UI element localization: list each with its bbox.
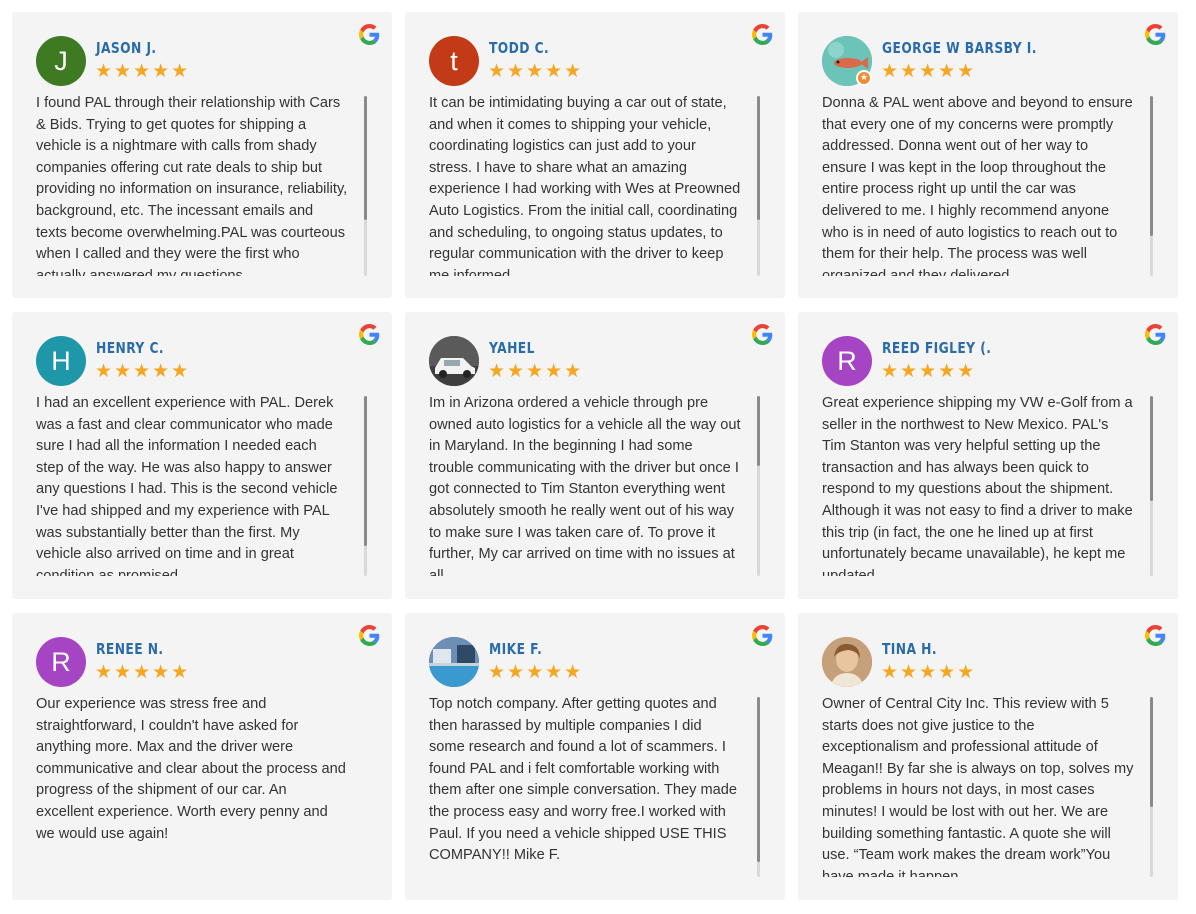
scrollbar[interactable] (757, 697, 760, 877)
google-icon (752, 24, 773, 45)
star-rating: ★★★★★ (95, 661, 191, 683)
review-card: J JASON J. ★★★★★ I found PAL through the… (12, 12, 392, 298)
scrollbar[interactable] (1150, 96, 1153, 276)
review-text: I found PAL through their relationship w… (36, 95, 348, 276)
google-icon (359, 24, 380, 45)
reviewer-name[interactable]: MIKE F. (489, 640, 542, 658)
scrollbar-thumb[interactable] (757, 396, 760, 466)
star-rating: ★★★★★ (95, 360, 191, 382)
scrollbar-thumb[interactable] (364, 396, 367, 546)
review-card: t TODD C. ★★★★★ It can be intimidating b… (405, 12, 785, 298)
reviewer-name[interactable]: GEORGE W BARSBY I. (882, 39, 1037, 57)
avatar (822, 637, 872, 687)
review-card: ★ GEORGE W BARSBY I. ★★★★★ Donna & PAL w… (798, 12, 1178, 298)
review-text: Donna & PAL went above and beyond to ens… (822, 95, 1133, 276)
google-icon (359, 324, 380, 345)
google-icon (1145, 625, 1166, 646)
avatar: t (429, 36, 479, 86)
reviewer-name[interactable]: HENRY C. (96, 339, 164, 357)
google-icon (1145, 324, 1166, 345)
star-rating: ★★★★★ (881, 661, 977, 683)
avatar: H (36, 336, 86, 386)
star-rating: ★★★★★ (488, 60, 584, 82)
review-text: It can be intimidating buying a car out … (429, 95, 741, 276)
star-rating: ★★★★★ (881, 360, 977, 382)
avatar: R (822, 336, 872, 386)
google-icon (752, 625, 773, 646)
scrollbar-thumb[interactable] (1150, 396, 1153, 501)
avatar (429, 336, 479, 386)
reviews-grid: J JASON J. ★★★★★ I found PAL through the… (12, 12, 1178, 900)
scrollbar[interactable] (1150, 697, 1153, 877)
google-icon (1145, 24, 1166, 45)
review-text: Im in Arizona ordered a vehicle through … (429, 395, 741, 576)
person-photo-icon (822, 637, 872, 687)
reviewer-name[interactable]: YAHEL (489, 339, 535, 357)
avatar: J (36, 36, 86, 86)
scrollbar[interactable] (364, 96, 367, 276)
scrollbar-thumb[interactable] (1150, 96, 1153, 236)
review-text: I had an excellent experience with PAL. … (36, 395, 338, 576)
review-text: Great experience shipping my VW e-Golf f… (822, 395, 1133, 576)
scrollbar[interactable] (1150, 396, 1153, 576)
star-rating: ★★★★★ (881, 60, 977, 82)
reviewer-name[interactable]: REED FIGLEY (. (882, 339, 991, 357)
car-photo-icon (429, 336, 479, 386)
review-text: Top notch company. After getting quotes … (429, 696, 737, 864)
reviewer-name[interactable]: RENEE N. (96, 640, 164, 658)
reviewer-name[interactable]: TODD C. (489, 39, 549, 57)
scrollbar[interactable] (757, 396, 760, 576)
scrollbar-thumb[interactable] (757, 697, 760, 862)
google-icon (359, 625, 380, 646)
reviewer-name[interactable]: TINA H. (882, 640, 937, 658)
review-card: H HENRY C. ★★★★★ I had an excellent expe… (12, 312, 392, 599)
scrollbar-thumb[interactable] (1150, 697, 1153, 807)
google-icon (752, 324, 773, 345)
scrollbar[interactable] (757, 96, 760, 276)
review-card: R REED FIGLEY (. ★★★★★ Great experience … (798, 312, 1178, 599)
reviewer-name[interactable]: JASON J. (96, 39, 157, 57)
scrollbar-thumb[interactable] (757, 96, 760, 220)
review-text: Owner of Central City Inc. This review w… (822, 696, 1134, 877)
review-card: R RENEE N. ★★★★★ Our experience was stre… (12, 613, 392, 900)
star-rating: ★★★★★ (488, 661, 584, 683)
scrollbar[interactable] (364, 396, 367, 576)
review-card: TINA H. ★★★★★ Owner of Central City Inc.… (798, 613, 1178, 900)
avatar (429, 637, 479, 687)
review-card: YAHEL ★★★★★ Im in Arizona ordered a vehi… (405, 312, 785, 599)
review-card: MIKE F. ★★★★★ Top notch company. After g… (405, 613, 785, 900)
pool-photo-icon (429, 637, 479, 687)
local-guide-badge-icon: ★ (856, 70, 872, 86)
star-rating: ★★★★★ (488, 360, 584, 382)
scrollbar-thumb[interactable] (364, 96, 367, 220)
star-rating: ★★★★★ (95, 60, 191, 82)
avatar: R (36, 637, 86, 687)
review-text: Our experience was stress free and strai… (36, 696, 346, 842)
